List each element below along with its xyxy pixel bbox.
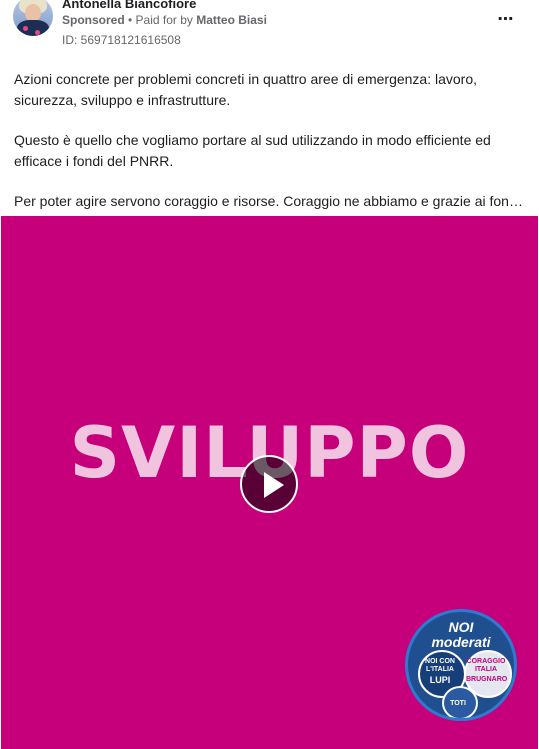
meta-separator: • bbox=[124, 13, 136, 27]
logo-right-top-text: CORAGGIO ITALIA bbox=[466, 658, 506, 673]
author-avatar[interactable] bbox=[13, 0, 53, 36]
avatar-pattern-dot bbox=[35, 30, 40, 35]
logo-title: NOI moderati bbox=[408, 620, 514, 650]
ad-paragraph: Azioni concrete per problemi concreti in… bbox=[14, 71, 478, 108]
avatar-body bbox=[17, 20, 49, 36]
ad-card: Antonella Biancofiore Sponsored • Paid f… bbox=[0, 0, 539, 749]
ad-meta: Sponsored • Paid for by Matteo Biasi bbox=[62, 13, 267, 27]
ad-id: ID: 569718121616508 bbox=[62, 33, 181, 47]
logo-title-line1: NOI bbox=[448, 619, 474, 635]
play-icon[interactable] bbox=[240, 455, 298, 513]
logo-right-bottom-text: BRUGNARO bbox=[466, 676, 508, 683]
logo-bottom-text: TOTI bbox=[450, 700, 466, 707]
paid-for-prefix: Paid for by bbox=[135, 13, 197, 27]
video-media[interactable]: SVILUPPO NOI moderati NOI CON L'ITALIA L… bbox=[1, 216, 538, 749]
logo-title-line2: moderati bbox=[431, 634, 491, 650]
ad-body-text: Azioni concrete per problemi concreti in… bbox=[14, 69, 526, 231]
avatar-pattern-dot bbox=[23, 26, 28, 31]
logo-left-top-text: NOI CON L'ITALIA bbox=[425, 658, 455, 673]
sponsored-label: Sponsored bbox=[62, 13, 125, 27]
noi-moderati-logo: NOI moderati NOI CON L'ITALIA LUPI CORAG… bbox=[405, 609, 517, 721]
more-options-icon[interactable]: ⋯ bbox=[496, 9, 516, 29]
author-name[interactable]: Antonella Biancofiore bbox=[62, 0, 196, 11]
payer-name[interactable]: Matteo Biasi bbox=[196, 13, 267, 27]
ad-paragraph-truncated[interactable]: Per poter agire servono coraggio e risor… bbox=[14, 191, 526, 212]
ad-paragraph: Questo è quello che vogliamo portare al … bbox=[14, 132, 491, 169]
logo-left-bottom-text: LUPI bbox=[429, 675, 451, 685]
